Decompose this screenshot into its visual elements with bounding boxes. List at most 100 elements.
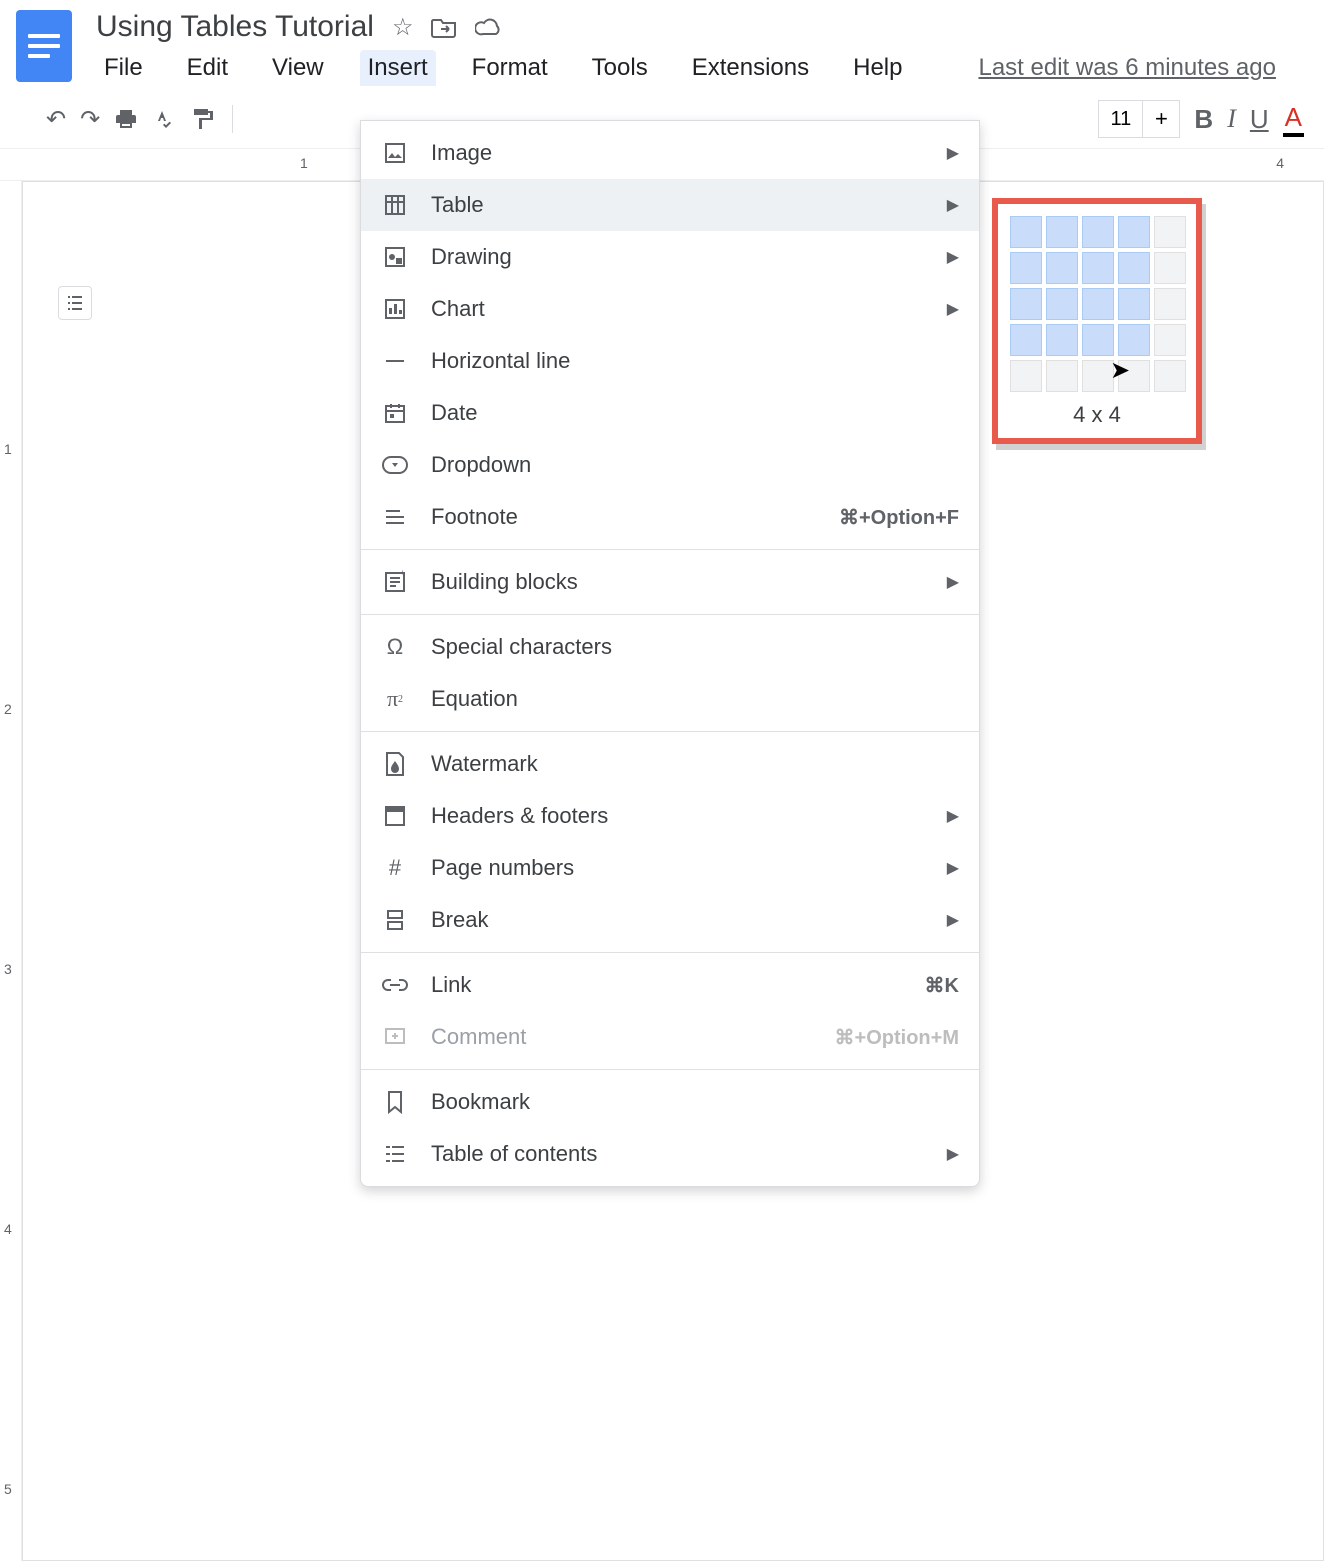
grid-cell[interactable] <box>1046 252 1078 284</box>
vruler-tick: 4 <box>4 1221 12 1237</box>
menu-insert[interactable]: Insert <box>360 50 436 86</box>
insert-menu-dropdown: Image ▶ Table ▶ Drawing ▶ Chart ▶ Horizo… <box>360 120 980 1187</box>
menu-help[interactable]: Help <box>845 50 910 86</box>
grid-cell[interactable] <box>1118 324 1150 356</box>
app-header: Using Tables Tutorial ☆ File Edit View I… <box>0 0 1324 86</box>
comment-icon <box>381 1023 409 1051</box>
submenu-arrow-icon: ▶ <box>947 1144 959 1164</box>
document-outline-icon[interactable] <box>58 286 92 320</box>
text-color-button[interactable]: A <box>1283 102 1304 137</box>
headers-footers-label: Headers & footers <box>431 803 608 829</box>
footnote-shortcut: ⌘+Option+F <box>839 505 959 530</box>
grid-cell[interactable] <box>1082 360 1114 392</box>
grid-cell[interactable] <box>1082 252 1114 284</box>
insert-equation[interactable]: π2 Equation <box>361 673 979 725</box>
submenu-arrow-icon: ▶ <box>947 910 959 930</box>
redo-icon[interactable]: ↷ <box>80 105 100 134</box>
menu-file[interactable]: File <box>96 50 151 86</box>
italic-button[interactable]: I <box>1227 104 1236 134</box>
grid-cell[interactable] <box>1154 360 1186 392</box>
grid-cell[interactable] <box>1118 360 1150 392</box>
watermark-label: Watermark <box>431 751 538 777</box>
spellcheck-icon[interactable] <box>152 107 176 131</box>
table-size-grid[interactable] <box>1010 216 1184 392</box>
calendar-icon <box>381 399 409 427</box>
insert-table-of-contents[interactable]: Table of contents ▶ <box>361 1128 979 1180</box>
insert-special-characters[interactable]: Ω Special characters <box>361 621 979 673</box>
menu-edit[interactable]: Edit <box>179 50 236 86</box>
document-title[interactable]: Using Tables Tutorial <box>96 10 374 44</box>
grid-cell[interactable] <box>1010 252 1042 284</box>
font-size-input[interactable] <box>1098 100 1142 138</box>
grid-cell[interactable] <box>1046 360 1078 392</box>
bookmark-icon <box>381 1088 409 1116</box>
vruler-tick: 3 <box>4 961 12 977</box>
link-label: Link <box>431 972 471 998</box>
insert-horizontal-line[interactable]: Horizontal line <box>361 335 979 387</box>
special-characters-label: Special characters <box>431 634 612 660</box>
grid-cell[interactable] <box>1154 288 1186 320</box>
grid-cell[interactable] <box>1046 288 1078 320</box>
grid-cell[interactable] <box>1046 216 1078 248</box>
table-size-label: 4 x 4 <box>1010 402 1184 428</box>
insert-table[interactable]: Table ▶ <box>361 179 979 231</box>
link-icon <box>381 971 409 999</box>
insert-page-numbers[interactable]: # Page numbers ▶ <box>361 842 979 894</box>
building-blocks-label: Building blocks <box>431 569 578 595</box>
insert-footnote[interactable]: Footnote ⌘+Option+F <box>361 491 979 543</box>
insert-image[interactable]: Image ▶ <box>361 127 979 179</box>
vertical-ruler[interactable]: 1 2 3 4 5 <box>0 181 22 1561</box>
bold-button[interactable]: B <box>1194 104 1213 135</box>
grid-cell[interactable] <box>1118 252 1150 284</box>
insert-comment: Comment ⌘+Option+M <box>361 1011 979 1063</box>
toolbar-separator <box>232 105 233 133</box>
vruler-tick: 1 <box>4 441 12 457</box>
menu-separator <box>361 549 979 550</box>
insert-link[interactable]: Link ⌘K <box>361 959 979 1011</box>
menu-tools[interactable]: Tools <box>584 50 656 86</box>
insert-watermark[interactable]: Watermark <box>361 738 979 790</box>
last-edit-link[interactable]: Last edit was 6 minutes ago <box>978 54 1276 82</box>
grid-cell[interactable] <box>1082 216 1114 248</box>
cloud-status-icon[interactable] <box>475 17 503 37</box>
grid-cell[interactable] <box>1082 324 1114 356</box>
move-folder-icon[interactable] <box>431 16 457 38</box>
print-icon[interactable] <box>114 107 138 131</box>
building-blocks-icon: + <box>381 568 409 596</box>
submenu-arrow-icon: ▶ <box>947 858 959 878</box>
grid-cell[interactable] <box>1010 288 1042 320</box>
grid-cell[interactable] <box>1154 324 1186 356</box>
insert-break[interactable]: Break ▶ <box>361 894 979 946</box>
insert-bookmark[interactable]: Bookmark <box>361 1076 979 1128</box>
page-numbers-label: Page numbers <box>431 855 574 881</box>
table-icon <box>381 191 409 219</box>
comment-shortcut: ⌘+Option+M <box>835 1025 959 1050</box>
grid-cell[interactable] <box>1118 216 1150 248</box>
insert-headers-footers[interactable]: Headers & footers ▶ <box>361 790 979 842</box>
undo-icon[interactable]: ↶ <box>46 105 66 134</box>
menu-extensions[interactable]: Extensions <box>684 50 817 86</box>
insert-dropdown[interactable]: Dropdown <box>361 439 979 491</box>
insert-chart[interactable]: Chart ▶ <box>361 283 979 335</box>
grid-cell[interactable] <box>1010 324 1042 356</box>
menu-format[interactable]: Format <box>464 50 556 86</box>
docs-logo-icon[interactable] <box>16 10 72 82</box>
grid-cell[interactable] <box>1046 324 1078 356</box>
font-size-increase-button[interactable]: + <box>1142 100 1180 138</box>
menu-view[interactable]: View <box>264 50 332 86</box>
star-icon[interactable]: ☆ <box>392 13 414 42</box>
paint-format-icon[interactable] <box>190 107 214 131</box>
insert-building-blocks[interactable]: + Building blocks ▶ <box>361 556 979 608</box>
insert-date[interactable]: Date <box>361 387 979 439</box>
submenu-arrow-icon: ▶ <box>947 195 959 215</box>
insert-drawing[interactable]: Drawing ▶ <box>361 231 979 283</box>
underline-button[interactable]: U <box>1250 104 1269 135</box>
grid-cell[interactable] <box>1154 216 1186 248</box>
grid-cell[interactable] <box>1010 216 1042 248</box>
grid-cell[interactable] <box>1154 252 1186 284</box>
svg-text:+: + <box>400 570 405 577</box>
submenu-arrow-icon: ▶ <box>947 299 959 319</box>
grid-cell[interactable] <box>1010 360 1042 392</box>
grid-cell[interactable] <box>1118 288 1150 320</box>
grid-cell[interactable] <box>1082 288 1114 320</box>
